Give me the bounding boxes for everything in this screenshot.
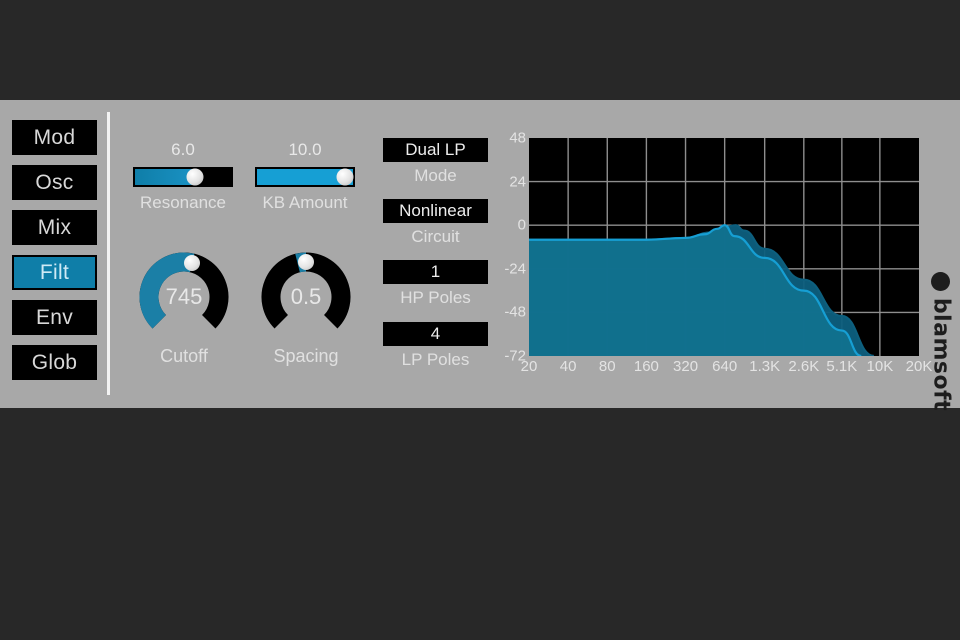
y-tick-label: 48	[509, 129, 526, 147]
x-tick-label: 20	[520, 358, 538, 375]
sidebar-item-filt[interactable]: Filt	[12, 255, 97, 290]
sidebar-item-env[interactable]: Env	[12, 300, 97, 335]
selector-group-lp-poles: 4 LP Poles	[383, 322, 488, 370]
kb-amount-handle[interactable]	[336, 168, 354, 186]
x-tick-label: 2.6K	[788, 358, 820, 375]
mode-label: Mode	[414, 166, 457, 185]
x-tick-label: 40	[559, 358, 577, 375]
y-tick-label: 0	[517, 216, 526, 234]
brand-logo: blamsoft	[928, 270, 954, 440]
spacing-handle[interactable]	[298, 254, 314, 270]
x-tick-label: 10K	[866, 358, 894, 375]
sidebar-item-label: Osc	[35, 170, 74, 194]
sidebar-item-osc[interactable]: Osc	[12, 165, 97, 200]
hp-poles-value: 1	[430, 262, 441, 281]
graph-y-axis: 48 24 0 -24 -48 -72	[500, 128, 526, 378]
y-tick-label: 24	[509, 173, 526, 191]
sidebar: Mod Osc Mix Filt Env Glob	[12, 120, 97, 390]
y-tick-label: -24	[504, 260, 526, 278]
circuit-selector[interactable]: Nonlinear	[383, 199, 488, 223]
cutoff-value-arc	[139, 252, 195, 329]
sidebar-divider	[107, 112, 110, 395]
sidebar-item-mix[interactable]: Mix	[12, 210, 97, 245]
sidebar-item-mod[interactable]: Mod	[12, 120, 97, 155]
x-tick-label: 160	[633, 358, 659, 375]
lp-poles-value: 4	[430, 324, 441, 343]
x-tick-label: 80	[598, 358, 616, 375]
x-tick-label: 320	[673, 358, 699, 375]
sidebar-item-glob[interactable]: Glob	[12, 345, 97, 380]
sidebar-item-label: Mod	[33, 125, 76, 149]
slider-group-resonance: 6.0 Resonance	[133, 140, 233, 213]
cutoff-handle[interactable]	[184, 254, 201, 271]
graph-x-axis: 20 40 80 160 320 640 1.3K 2.6K 5.1K 10K 20K	[521, 358, 933, 378]
mode-selector[interactable]: Dual LP	[383, 138, 488, 162]
circuit-value: Nonlinear	[399, 201, 472, 220]
hp-poles-selector[interactable]: 1	[383, 260, 488, 284]
knob-group-spacing: 0.5 Spacing	[256, 250, 356, 367]
selector-group-circuit: Nonlinear Circuit	[383, 199, 488, 247]
circuit-label: Circuit	[411, 227, 460, 246]
lp-poles-label: LP Poles	[401, 350, 470, 369]
spacing-knob[interactable]: 0.5	[259, 250, 353, 344]
frequency-response-graph[interactable]: 48 24 0 -24 -48 -72 20 40 80 160 320 640 1.3K 2.6K 5.…	[500, 128, 933, 378]
resonance-slider[interactable]	[133, 167, 233, 187]
spacing-label: Spacing	[273, 346, 339, 366]
plugin-panel: Mod Osc Mix Filt Env Glob 6.0 Resonance 10.0 KB …	[0, 100, 960, 411]
y-tick-label: -48	[504, 303, 526, 321]
kb-amount-slider[interactable]	[255, 167, 355, 187]
selector-group-hp-poles: 1 HP Poles	[383, 260, 488, 308]
slider-group-kb-amount: 10.0 KB Amount	[255, 140, 355, 213]
resonance-handle[interactable]	[186, 168, 204, 186]
sidebar-item-label: Mix	[37, 215, 72, 239]
knob-group-cutoff: 745 Cutoff	[134, 250, 234, 367]
sidebar-item-label: Env	[35, 305, 74, 329]
graph-curves	[527, 138, 919, 358]
mode-value: Dual LP	[405, 140, 466, 159]
x-tick-label: 1.3K	[749, 358, 781, 375]
kb-amount-value: 10.0	[288, 140, 322, 159]
selector-group-mode: Dual LP Mode	[383, 138, 488, 186]
x-tick-label: 5.1K	[826, 358, 858, 375]
cutoff-knob[interactable]: 745	[137, 250, 231, 344]
hp-poles-label: HP Poles	[400, 288, 471, 307]
sidebar-item-label: Glob	[31, 350, 78, 374]
resonance-value: 6.0	[171, 140, 195, 159]
resonance-label: Resonance	[139, 193, 226, 212]
kb-amount-label: KB Amount	[262, 193, 348, 212]
x-tick-label: 640	[712, 358, 738, 375]
brand-name: blamsoft	[928, 297, 954, 412]
lp-poles-selector[interactable]: 4	[383, 322, 488, 346]
cutoff-label: Cutoff	[160, 346, 208, 366]
sidebar-item-label: Filt	[39, 260, 70, 284]
graph-plot-area[interactable]	[527, 138, 919, 358]
